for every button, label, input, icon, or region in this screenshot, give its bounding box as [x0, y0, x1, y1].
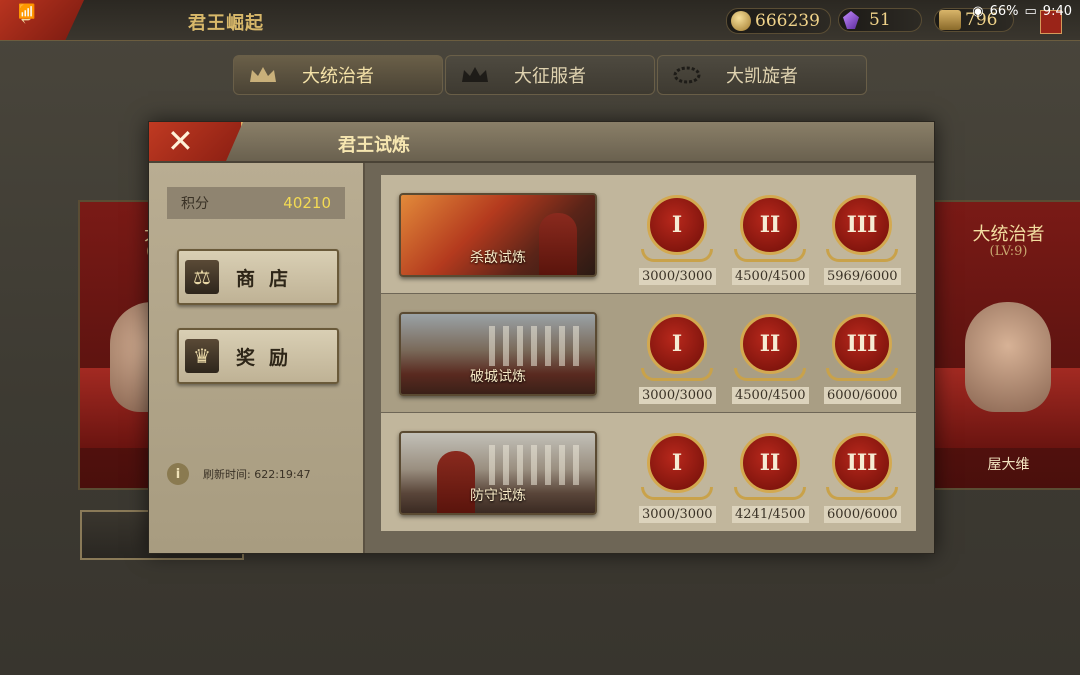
medal-progress: 4500/4500	[732, 268, 809, 285]
crown-icon	[462, 67, 488, 82]
medal-badge: III	[832, 195, 892, 255]
king-trial-dialog: ✕ 君王试炼 积分 40210 ⚖ 商店 ♛ 奖励 i 刷新时间: 622:19…	[148, 121, 935, 554]
medal-tier-1[interactable]: I 3000/3000	[639, 314, 716, 404]
medal-badge: II	[740, 433, 800, 493]
trial-list: 杀敌试炼 I 3000/3000 II 4500/4500 III 5969/6…	[365, 163, 934, 553]
medal-tier-2[interactable]: II 4500/4500	[732, 195, 809, 285]
scales-icon: ⚖	[185, 260, 219, 294]
gem-counter[interactable]: 51	[838, 8, 922, 32]
refresh-time: 刷新时间: 622:19:47	[203, 468, 311, 481]
trial-defense-button[interactable]: 防守试炼	[399, 431, 597, 515]
medal-badge: I	[647, 195, 707, 255]
medal-progress: 3000/3000	[639, 268, 716, 285]
medal-tier-2[interactable]: II 4500/4500	[732, 314, 809, 404]
dialog-title: 君王试炼	[338, 135, 410, 156]
temple-columns	[489, 326, 579, 366]
right-ruler-title: 大统治者	[972, 224, 1045, 245]
medal-tier-2[interactable]: II 4241/4500	[732, 433, 809, 523]
right-ruler-level: (LV:9)	[989, 244, 1028, 259]
coin-counter[interactable]: 666239	[726, 8, 831, 34]
coin-value: 666239	[755, 11, 820, 31]
medal-progress: 4500/4500	[732, 387, 809, 404]
trophy-icon: ♛	[185, 339, 219, 373]
trial-row-kill: 杀敌试炼 I 3000/3000 II 4500/4500 III 5969/6…	[381, 175, 916, 293]
top-bar: ⤶ 📶 君王崛起 666239 51 796 ◉ 66% ▭ 9:40	[0, 0, 1080, 41]
trial-row-siege: 破城试炼 I 3000/3000 II 4500/4500 III 6000/6…	[381, 294, 916, 412]
clock: 9:40	[1042, 4, 1072, 19]
reward-button[interactable]: ♛ 奖励	[177, 328, 339, 384]
wifi-icon: 📶	[18, 4, 36, 20]
battery-percent: 66%	[989, 4, 1019, 19]
crown-icon	[250, 67, 276, 82]
trial-row-defense: 防守试炼 I 3000/3000 II 4241/4500 III 6000/6…	[381, 413, 916, 531]
right-ruler-card[interactable]: 大统治者 (LV:9) 屋大维	[933, 200, 1080, 490]
ruler-portrait	[965, 302, 1051, 412]
trial-name: 破城试炼	[470, 369, 526, 385]
tab-great-conqueror[interactable]: 大征服者	[445, 55, 655, 95]
system-status: ◉ 66% ▭ 9:40	[972, 4, 1072, 19]
tab-label: 大凯旋者	[726, 66, 798, 87]
medal-tier-1[interactable]: I 3000/3000	[639, 433, 716, 523]
battery-icon: ▭	[1024, 4, 1037, 19]
score-value: 40210	[283, 194, 331, 212]
medal-progress: 3000/3000	[639, 506, 716, 523]
gem-value: 51	[869, 10, 891, 30]
medal-tier-3[interactable]: III 5969/6000	[824, 195, 901, 285]
trial-siege-button[interactable]: 破城试炼	[399, 312, 597, 396]
medal-badge: II	[740, 314, 800, 374]
laurel-icon	[939, 10, 961, 30]
gem-icon	[843, 11, 859, 29]
medal-progress: 3000/3000	[639, 387, 716, 404]
medal-progress: 6000/6000	[824, 506, 901, 523]
medal-tier-1[interactable]: I 3000/3000	[639, 195, 716, 285]
medal-tier-3[interactable]: III 6000/6000	[824, 433, 901, 523]
rank-tabs: 大统治者 大征服者 大凯旋者	[233, 55, 867, 95]
info-icon[interactable]: i	[167, 463, 189, 485]
medal-tier-3[interactable]: III 6000/6000	[824, 314, 901, 404]
laurel-wreath-icon	[673, 66, 701, 84]
refresh-info: i 刷新时间: 622:19:47	[167, 463, 311, 485]
left-panel: 积分 40210 ⚖ 商店 ♛ 奖励 i 刷新时间: 622:19:47	[149, 163, 365, 553]
trial-name: 防守试炼	[470, 488, 526, 504]
tab-label: 大统治者	[302, 66, 374, 87]
medal-badge: I	[647, 314, 707, 374]
shop-label: 商店	[235, 267, 302, 290]
right-ruler-name: 屋大维	[987, 457, 1030, 473]
game-title: 君王崛起	[188, 13, 264, 34]
score-row: 积分 40210	[167, 187, 345, 219]
trial-kill-button[interactable]: 杀敌试炼	[399, 193, 597, 277]
eye-icon: ◉	[972, 4, 984, 19]
temple-columns	[489, 445, 579, 485]
medal-badge: III	[832, 314, 892, 374]
medal-progress: 6000/6000	[824, 387, 901, 404]
dialog-title-wrap: 君王试炼	[149, 122, 599, 161]
trial-name: 杀敌试炼	[470, 250, 526, 266]
medal-progress: 5969/6000	[824, 268, 901, 285]
tab-great-ruler[interactable]: 大统治者	[233, 55, 443, 95]
medal-badge: I	[647, 433, 707, 493]
score-label: 积分	[181, 196, 209, 212]
coin-icon	[731, 11, 751, 31]
back-button[interactable]: ⤶	[0, 0, 84, 40]
medal-badge: II	[740, 195, 800, 255]
reward-label: 奖励	[235, 346, 302, 369]
tab-great-triumphator[interactable]: 大凯旋者	[657, 55, 867, 95]
medal-progress: 4241/4500	[732, 506, 809, 523]
tab-label: 大征服者	[514, 66, 586, 87]
shop-button[interactable]: ⚖ 商店	[177, 249, 339, 305]
medal-badge: III	[832, 433, 892, 493]
dialog-header: ✕ 君王试炼	[149, 122, 934, 163]
